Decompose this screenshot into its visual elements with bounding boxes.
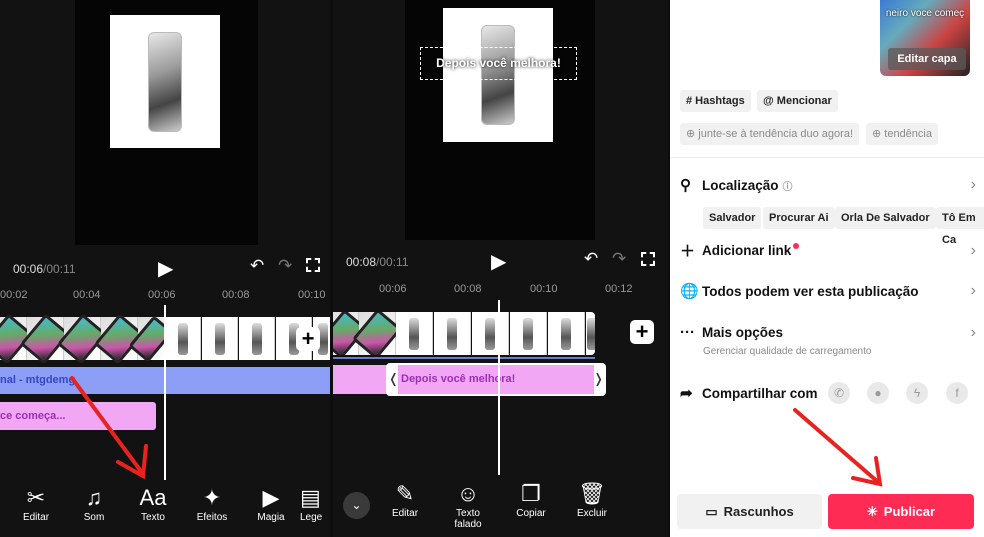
arrow-to-texto xyxy=(70,376,145,476)
arrow-to-publish xyxy=(793,408,880,484)
annotation-arrows xyxy=(70,376,883,487)
